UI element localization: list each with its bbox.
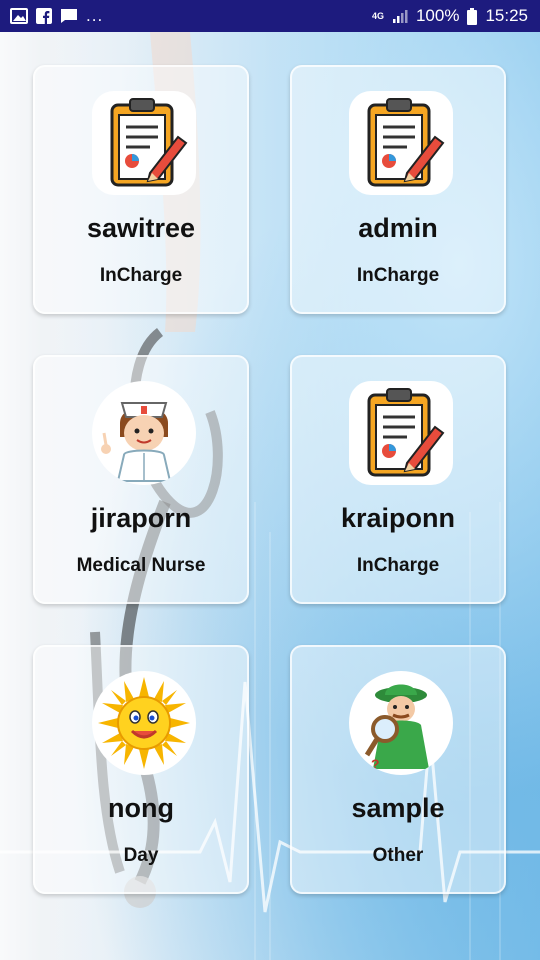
status-overflow: ... xyxy=(86,6,104,25)
image-icon xyxy=(10,8,28,24)
sun-icon xyxy=(92,671,196,775)
user-role: Other xyxy=(372,845,424,866)
battery-icon xyxy=(467,7,478,25)
user-role: InCharge xyxy=(356,555,440,576)
user-card-jiraporn[interactable]: jiraporn Medical Nurse xyxy=(33,355,249,604)
user-name: sample xyxy=(351,793,445,823)
user-role: InCharge xyxy=(99,265,183,286)
user-name: jiraporn xyxy=(90,503,192,533)
clipboard-chart-icon xyxy=(349,381,453,485)
user-card-sawitree[interactable]: sawitree InCharge xyxy=(33,65,249,314)
clock-time: 15:25 xyxy=(485,6,528,25)
signal-icon xyxy=(392,9,408,23)
user-card-admin[interactable]: admin InCharge xyxy=(290,65,506,314)
user-card-kraiponn[interactable]: kraiponn InCharge xyxy=(290,355,506,604)
user-name: nong xyxy=(108,793,174,823)
nurse-icon xyxy=(92,381,196,485)
svg-text:?: ? xyxy=(371,756,380,772)
status-bar: ... 4G 100% 15:25 xyxy=(0,0,540,32)
user-role: InCharge xyxy=(356,265,440,286)
message-icon xyxy=(60,8,78,24)
user-card-nong[interactable]: nong Day xyxy=(33,645,249,894)
user-card-sample[interactable]: ? sample Other xyxy=(290,645,506,894)
battery-percent: 100% xyxy=(415,6,460,25)
detective-icon: ? xyxy=(349,671,453,775)
user-name: admin xyxy=(358,213,438,243)
user-name: sawitree xyxy=(86,213,196,243)
clipboard-chart-icon xyxy=(349,91,453,195)
network-type: 4G xyxy=(371,10,384,21)
user-role: Medical Nurse xyxy=(76,555,206,576)
user-role: Day xyxy=(123,845,159,866)
facebook-icon xyxy=(36,8,52,24)
user-name: kraiponn xyxy=(340,503,455,533)
clipboard-chart-icon xyxy=(92,91,196,195)
